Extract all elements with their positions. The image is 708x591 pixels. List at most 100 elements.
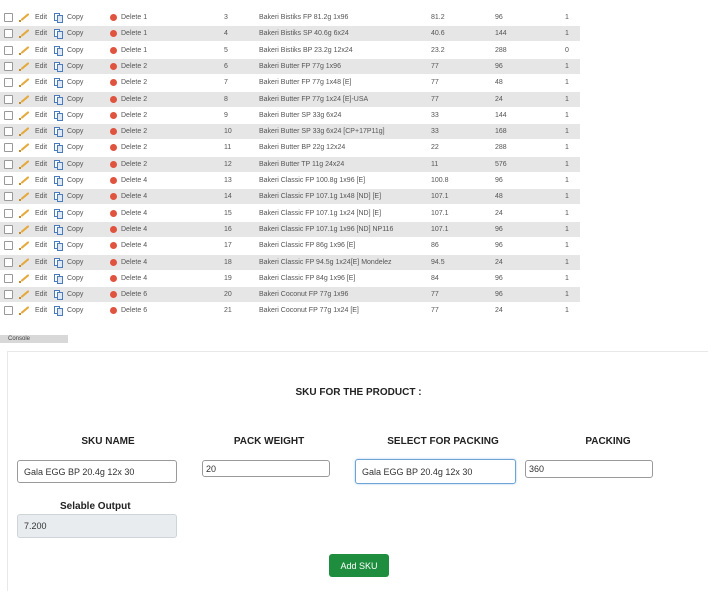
pencil-icon[interactable] [18, 43, 30, 58]
row-checkbox[interactable] [4, 208, 13, 218]
delete-icon[interactable] [110, 160, 117, 168]
copy-link[interactable]: Copy [67, 238, 83, 253]
row-checkbox[interactable] [4, 224, 13, 234]
row-checkbox[interactable] [4, 192, 13, 202]
copy-link[interactable]: Copy [67, 108, 83, 123]
delete-link[interactable]: Delete 4 [121, 206, 147, 221]
row-checkbox[interactable] [4, 159, 13, 169]
edit-link[interactable]: Edit [35, 206, 47, 221]
copy-link[interactable]: Copy [67, 173, 83, 188]
packing-input[interactable] [525, 460, 653, 478]
row-checkbox[interactable] [4, 257, 13, 267]
row-checkbox[interactable] [4, 45, 13, 55]
delete-icon[interactable] [110, 209, 117, 217]
edit-link[interactable]: Edit [35, 238, 47, 253]
copy-icon[interactable] [53, 206, 63, 221]
delete-icon[interactable] [110, 242, 117, 250]
copy-link[interactable]: Copy [67, 124, 83, 139]
copy-link[interactable]: Copy [67, 303, 83, 318]
delete-link[interactable]: Delete 2 [121, 108, 147, 123]
edit-link[interactable]: Edit [35, 157, 47, 172]
edit-link[interactable]: Edit [35, 255, 47, 270]
pencil-icon[interactable] [18, 10, 30, 25]
console-tab[interactable]: Console [0, 335, 68, 343]
pencil-icon[interactable] [18, 75, 30, 90]
pencil-icon[interactable] [18, 92, 30, 107]
copy-link[interactable]: Copy [67, 26, 83, 41]
pencil-icon[interactable] [18, 157, 30, 172]
edit-link[interactable]: Edit [35, 124, 47, 139]
delete-link[interactable]: Delete 2 [121, 75, 147, 90]
pencil-icon[interactable] [18, 189, 30, 204]
row-checkbox[interactable] [4, 290, 13, 300]
delete-icon[interactable] [110, 95, 117, 103]
pencil-icon[interactable] [18, 303, 30, 318]
edit-link[interactable]: Edit [35, 140, 47, 155]
delete-icon[interactable] [110, 274, 117, 282]
copy-icon[interactable] [53, 271, 63, 286]
edit-link[interactable]: Edit [35, 303, 47, 318]
copy-icon[interactable] [53, 157, 63, 172]
copy-icon[interactable] [53, 124, 63, 139]
delete-link[interactable]: Delete 1 [121, 43, 147, 58]
pencil-icon[interactable] [18, 26, 30, 41]
pencil-icon[interactable] [18, 124, 30, 139]
pencil-icon[interactable] [18, 238, 30, 253]
copy-link[interactable]: Copy [67, 59, 83, 74]
row-checkbox[interactable] [4, 94, 13, 104]
copy-icon[interactable] [53, 222, 63, 237]
edit-link[interactable]: Edit [35, 222, 47, 237]
delete-icon[interactable] [110, 225, 117, 233]
delete-icon[interactable] [110, 62, 117, 70]
row-checkbox[interactable] [4, 61, 13, 71]
delete-icon[interactable] [110, 111, 117, 119]
edit-link[interactable]: Edit [35, 10, 47, 25]
row-checkbox[interactable] [4, 306, 13, 316]
edit-link[interactable]: Edit [35, 271, 47, 286]
copy-icon[interactable] [53, 43, 63, 58]
delete-link[interactable]: Delete 2 [121, 59, 147, 74]
delete-link[interactable]: Delete 6 [121, 303, 147, 318]
pencil-icon[interactable] [18, 140, 30, 155]
copy-link[interactable]: Copy [67, 10, 83, 25]
row-checkbox[interactable] [4, 78, 13, 88]
delete-link[interactable]: Delete 4 [121, 222, 147, 237]
copy-icon[interactable] [53, 255, 63, 270]
delete-icon[interactable] [110, 144, 117, 152]
copy-link[interactable]: Copy [67, 43, 83, 58]
copy-icon[interactable] [53, 303, 63, 318]
pencil-icon[interactable] [18, 173, 30, 188]
copy-link[interactable]: Copy [67, 140, 83, 155]
row-checkbox[interactable] [4, 241, 13, 251]
copy-link[interactable]: Copy [67, 271, 83, 286]
copy-icon[interactable] [53, 108, 63, 123]
add-sku-button[interactable]: Add SKU [329, 554, 389, 577]
edit-link[interactable]: Edit [35, 59, 47, 74]
copy-link[interactable]: Copy [67, 157, 83, 172]
row-checkbox[interactable] [4, 29, 13, 39]
row-checkbox[interactable] [4, 143, 13, 153]
edit-link[interactable]: Edit [35, 189, 47, 204]
row-checkbox[interactable] [4, 176, 13, 185]
delete-icon[interactable] [110, 79, 117, 87]
copy-icon[interactable] [53, 287, 63, 302]
copy-icon[interactable] [53, 26, 63, 41]
copy-icon[interactable] [53, 75, 63, 90]
delete-icon[interactable] [110, 193, 117, 201]
delete-icon[interactable] [110, 177, 117, 184]
delete-icon[interactable] [110, 307, 117, 315]
copy-link[interactable]: Copy [67, 287, 83, 302]
delete-link[interactable]: Delete 2 [121, 157, 147, 172]
edit-link[interactable]: Edit [35, 108, 47, 123]
delete-link[interactable]: Delete 1 [121, 10, 147, 25]
delete-icon[interactable] [110, 128, 117, 136]
delete-icon[interactable] [110, 258, 117, 266]
sku-name-input[interactable] [17, 460, 177, 483]
edit-link[interactable]: Edit [35, 287, 47, 302]
delete-icon[interactable] [110, 14, 117, 21]
delete-link[interactable]: Delete 4 [121, 255, 147, 270]
delete-link[interactable]: Delete 4 [121, 173, 147, 188]
delete-link[interactable]: Delete 2 [121, 140, 147, 155]
copy-link[interactable]: Copy [67, 92, 83, 107]
copy-icon[interactable] [53, 10, 63, 25]
